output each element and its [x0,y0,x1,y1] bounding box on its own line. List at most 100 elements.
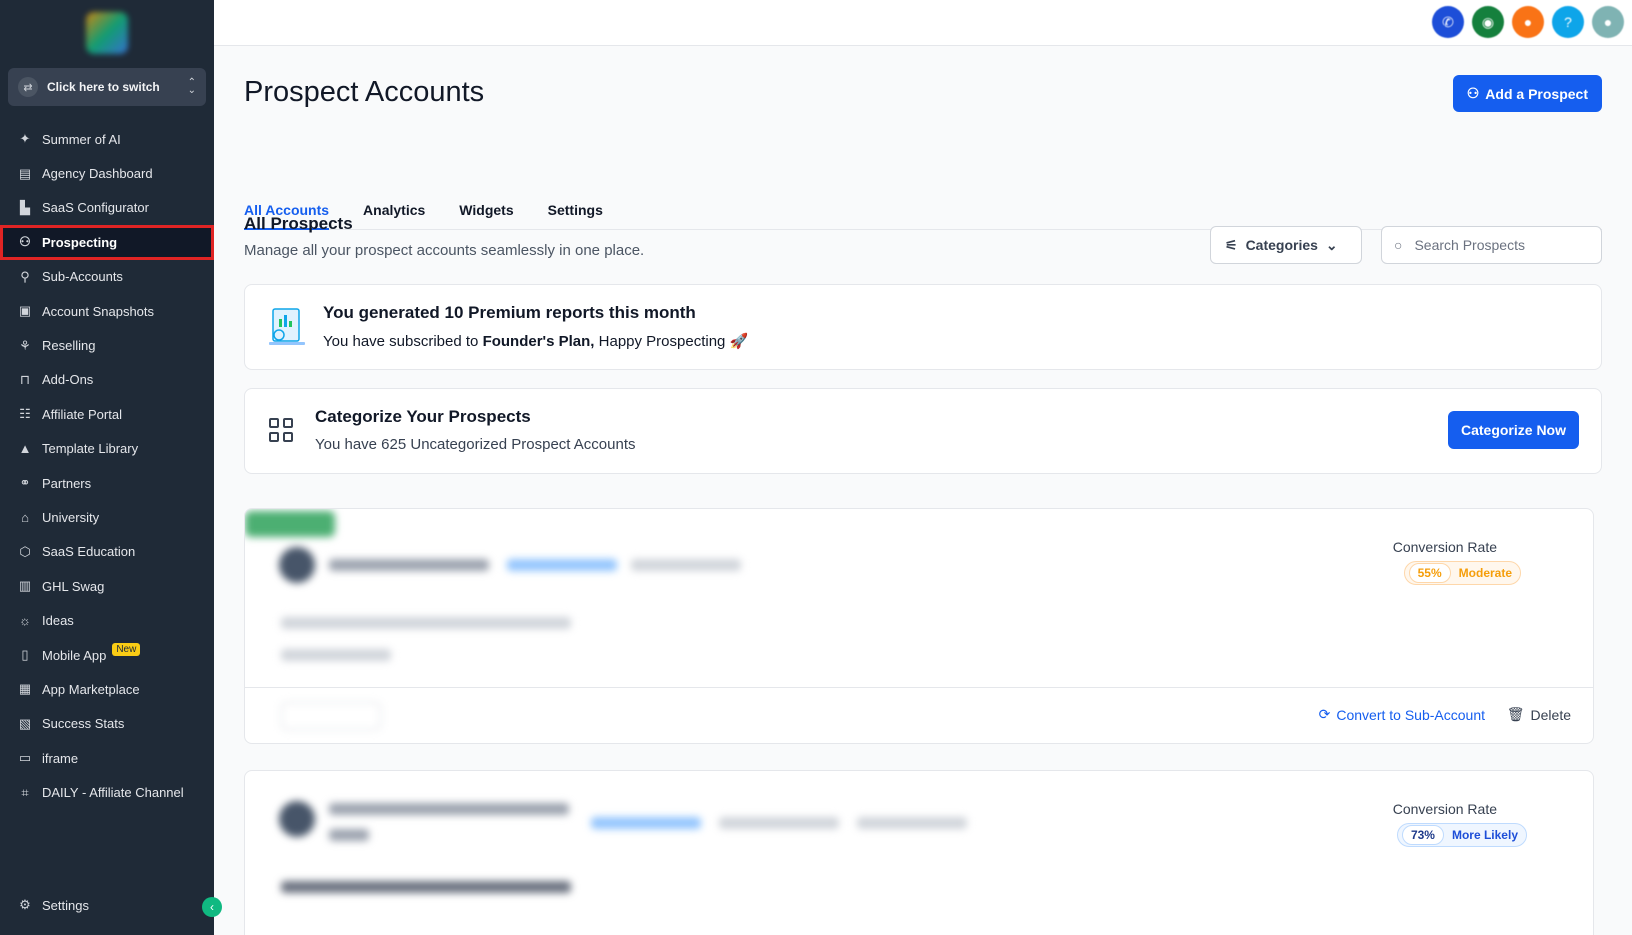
tab-settings[interactable]: Settings [548,156,603,230]
sidebar-item-label: Partners [42,475,92,491]
sidebar-item-reselling[interactable]: ⚘ Reselling [0,328,214,362]
account-switcher[interactable]: ⇄ Click here to switch ⌃ ⌄ [8,68,206,106]
sidebar-item-ghl-swag[interactable]: ▥ GHL Swag [0,569,214,603]
sidebar-item-label: SaaS Education [42,544,136,560]
megaphone-icon[interactable]: ◉ [1472,6,1504,38]
sidebar-item-label: Prospecting [42,234,118,250]
tab-bar: All Accounts Analytics Widgets Settings [244,156,1602,230]
topbar: ✆ ◉ ● ? ● [214,0,1632,46]
categorize-title: Categorize Your Prospects [315,407,531,426]
topbar-actions: ✆ ◉ ● ? ● [1432,6,1624,38]
categorize-subtitle: You have 625 Uncategorized Prospect Acco… [315,436,636,453]
avatar[interactable]: ● [1592,6,1624,38]
vr-icon: ▭ [18,750,32,766]
chart-icon: ▙ [20,199,30,215]
user-plus-icon: ⚇ [1466,85,1480,101]
help-icon[interactable]: ? [1552,6,1584,38]
sidebar-item-success-stats[interactable]: ▧ Success Stats [0,707,214,741]
sidebar-item-saas-education[interactable]: ⬡ SaaS Education [0,535,214,569]
notification-icon[interactable]: ● [1512,6,1544,38]
tab-analytics[interactable]: Analytics [363,156,425,230]
sidebar-nav: ✦ Summer of AI ▤ Agency Dashboard ▙ SaaS Conf… [0,122,214,810]
report-banner: You generated 10 Premium reports this mo… [244,284,1602,370]
trash-icon: 🗑 [1506,706,1525,722]
sidebar-item-sub-accounts[interactable]: ⚲ Sub-Accounts [0,260,214,294]
sidebar-item-label: App Marketplace [42,681,140,697]
blurred-report-button[interactable] [281,702,381,730]
reselling-icon: ⚘ [19,337,31,353]
convert-to-sub-account-button[interactable]: ⟳ Convert to Sub-Account [1319,706,1485,723]
phone-icon: ▯ [21,647,29,663]
categorize-now-button[interactable]: Categorize Now [1447,411,1579,449]
sidebar-item-add-ons[interactable]: ⊓ Add-Ons [0,363,214,397]
sidebar-item-settings[interactable]: ⚙ Settings [0,888,214,922]
chevron-updown-icon: ⌃ ⌄ [187,77,196,96]
stats-icon: ▧ [18,715,32,731]
user-search-icon: ⚇ [19,234,31,250]
sidebar-item-label: Success Stats [42,716,125,732]
sidebar-item-account-snapshots[interactable]: ▣ Account Snapshots [0,294,214,328]
search-icon: ○ [1394,237,1403,253]
main-content: Prospect Accounts ⚇ Add a Prospect All A… [214,46,1632,935]
sidebar-item-affiliate-portal[interactable]: ☷ Affiliate Portal [0,397,214,431]
sidebar-item-ideas[interactable]: ☼ Ideas [0,603,214,637]
phone-icon[interactable]: ✆ [1432,6,1464,38]
users-icon: ☷ [19,406,31,422]
sidebar-item-label: Account Snapshots [42,303,155,319]
sidebar-item-label: iframe [42,750,79,766]
sidebar-item-prospecting[interactable]: ⚇ Prospecting [0,225,214,260]
sidebar-item-label: Template Library [42,441,139,457]
sidebar-item-partners[interactable]: ⚭ Partners [0,466,214,500]
sidebar-item-label: Sub-Accounts [42,269,123,285]
delete-button[interactable]: 🗑 Delete [1507,706,1571,723]
sidebar: ⇄ Click here to switch ⌃ ⌄ ✦ Summer of AI ▤… [0,0,222,935]
sidebar-item-agency-dashboard[interactable]: ▤ Agency Dashboard [0,156,214,190]
add-prospect-button[interactable]: ⚇ Add a Prospect [1452,75,1602,112]
categories-dropdown[interactable]: ⚟ Categories ⌄ [1210,226,1362,264]
conversion-rate-badge: 55% Moderate [1403,561,1521,585]
rate-label: Moderate [1458,566,1512,580]
handshake-icon: ⚭ [19,475,31,491]
snapshot-icon: ▣ [18,303,32,319]
sidebar-item-label: Ideas [42,613,74,629]
conversion-rate-label: Conversion Rate [1392,539,1497,555]
shapes-icon: ▲ [18,441,32,457]
graduation-cap-icon: ⌂ [21,509,29,525]
sidebar-item-label: Mobile App [42,647,107,663]
add-prospect-label: Add a Prospect [1485,85,1588,102]
sidebar-item-saas-configurator[interactable]: ▙ SaaS Configurator [0,191,214,225]
sidebar-item-label: Settings [42,897,89,913]
sidebar-item-summer-of-ai[interactable]: ✦ Summer of AI [0,122,214,156]
prospect-card-footer: ⟳ Convert to Sub-Account 🗑 Delete [245,687,1593,743]
bag-icon: ⊓ [19,371,31,387]
sidebar-item-daily-affiliate-channel[interactable]: ⌗ DAILY - Affiliate Channel [0,775,214,809]
refresh-icon: ⟳ [1318,706,1331,722]
sidebar-item-label: GHL Swag [42,578,105,594]
cube-icon: ⬡ [19,543,31,559]
filter-icon: ⚟ [1225,236,1238,253]
sidebar-item-label: Summer of AI [42,131,121,147]
agency-logo[interactable] [86,12,128,54]
conversion-rate-badge: 73% More Likely [1396,823,1527,847]
section-subtitle: Manage all your prospect accounts seamle… [244,242,645,259]
lightbulb-icon: ☼ [19,613,31,629]
frame-icon: ⌗ [21,784,29,800]
sidebar-item-mobile-app[interactable]: ▯ Mobile App New [0,638,214,672]
sidebar-item-template-library[interactable]: ▲ Template Library [0,432,214,466]
sidebar-item-app-marketplace[interactable]: ▦ App Marketplace [0,672,214,706]
sidebar-item-iframe[interactable]: ▭ iframe [0,741,214,775]
chevron-down-icon: ⌄ [1325,236,1338,253]
section-title: All Prospects [244,214,353,233]
tab-widgets[interactable]: Widgets [459,156,513,230]
convert-label: Convert to Sub-Account [1336,706,1485,723]
grid-icon [269,418,293,442]
report-banner-subtitle: You have subscribed to Founder's Plan, H… [323,332,748,350]
search-input[interactable] [1414,237,1575,253]
sidebar-item-label: DAILY - Affiliate Channel [42,785,184,801]
sparkles-icon: ✦ [19,131,31,147]
plan-name: Founder's Plan, [482,333,595,350]
user-icon: ⚲ [20,268,30,284]
sidebar-item-university[interactable]: ⌂ University [0,500,214,534]
rate-label: More Likely [1451,828,1518,842]
sidebar-item-label: Add-Ons [42,372,94,388]
